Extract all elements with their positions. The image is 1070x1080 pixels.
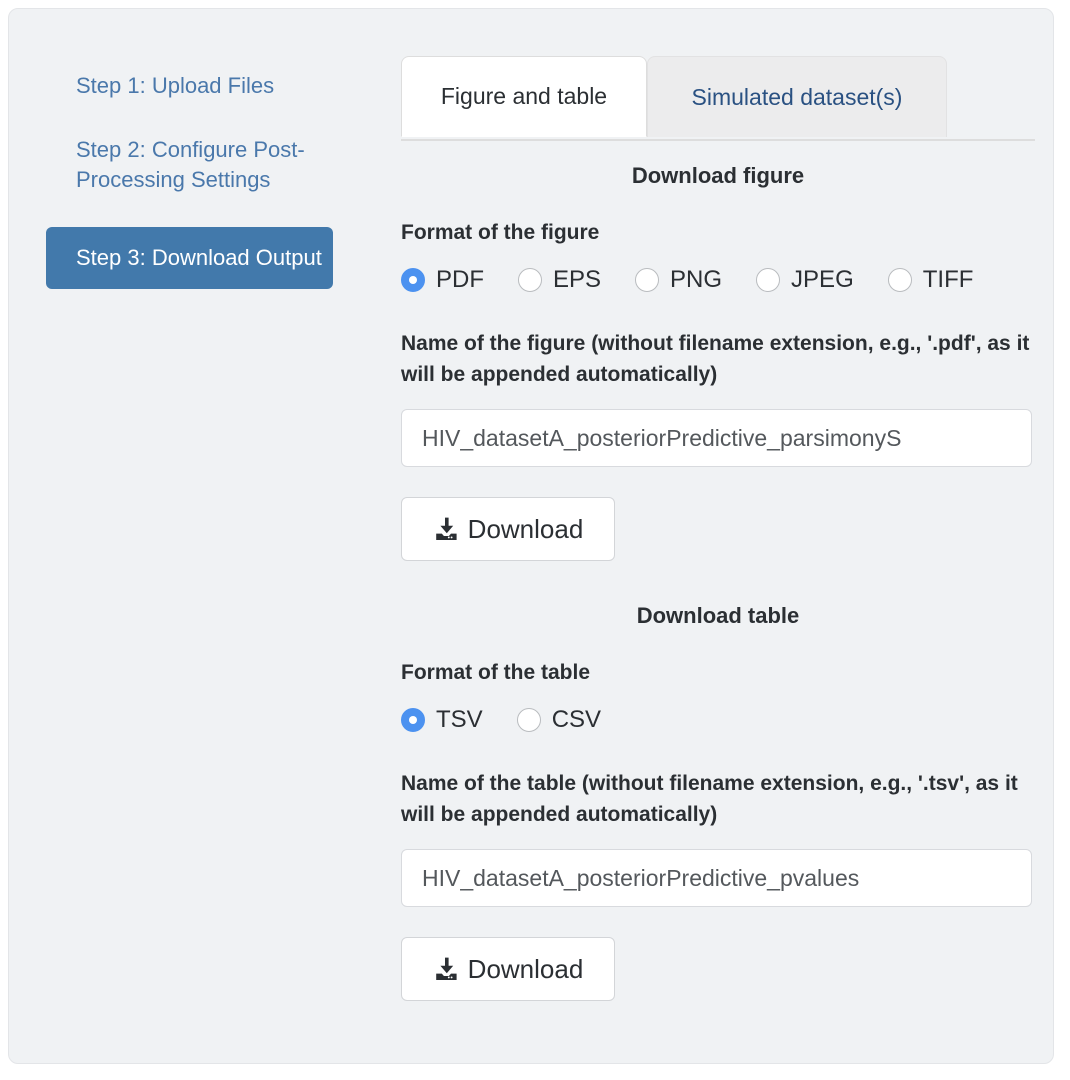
download-table-heading: Download table [401,603,1035,629]
download-figure-heading: Download figure [401,163,1035,189]
radio-figure-format-png[interactable]: PNG [635,266,722,294]
sidebar-item-step-1-upload-files[interactable]: Step 1: Upload Files [46,65,346,107]
radio-figure-format-jpeg[interactable]: JPEG [756,266,854,294]
radio-mark-icon [401,708,425,732]
tab-simulated-datasets-label: Simulated dataset(s) [692,84,903,111]
figure-name-input[interactable]: HIV_datasetA_posteriorPredictive_parsimo… [401,409,1032,467]
download-table-button-label: Download [468,954,584,985]
radio-mark-icon [756,268,780,292]
radio-label: EPS [553,266,601,294]
radio-label: PDF [436,266,484,294]
radio-table-format-csv[interactable]: CSV [517,706,601,734]
radio-mark-icon [888,268,912,292]
radio-figure-format-tiff[interactable]: TIFF [888,266,974,294]
main-content: Figure and table Simulated dataset(s) Do… [401,56,1035,1001]
figure-format-radio-group: PDF EPS PNG JPEG TIFF [401,266,1035,294]
radio-table-format-tsv[interactable]: TSV [401,706,483,734]
table-format-label: Format of the table [401,657,1035,688]
radio-mark-icon [517,708,541,732]
radio-label: JPEG [791,266,854,294]
tab-simulated-datasets[interactable]: Simulated dataset(s) [647,56,947,137]
download-icon [433,516,459,542]
radio-mark-icon [635,268,659,292]
download-figure-button-label: Download [468,514,584,545]
download-figure-button[interactable]: Download [401,497,615,561]
download-table-button[interactable]: Download [401,937,615,1001]
radio-label: CSV [552,706,601,734]
sidebar-item-step-3-download-output[interactable]: Step 3: Download Output [46,227,333,289]
radio-figure-format-pdf[interactable]: PDF [401,266,484,294]
sidebar-item-step-2-configure-post-processing-settings[interactable]: Step 2: Configure Post-Processing Settin… [46,129,346,201]
figure-name-input-value: HIV_datasetA_posteriorPredictive_parsimo… [422,425,901,452]
radio-mark-icon [401,268,425,292]
radio-figure-format-eps[interactable]: EPS [518,266,601,294]
radio-mark-icon [518,268,542,292]
app-panel: Step 1: Upload Files Step 2: Configure P… [8,8,1054,1064]
tab-figure-and-table-label: Figure and table [441,83,607,110]
radio-label: PNG [670,266,722,294]
radio-label: TSV [436,706,483,734]
table-name-input[interactable]: HIV_datasetA_posteriorPredictive_pvalues [401,849,1032,907]
table-format-radio-group: TSV CSV [401,706,1035,734]
step-navigation-sidebar: Step 1: Upload Files Step 2: Configure P… [46,65,346,289]
tab-figure-and-table[interactable]: Figure and table [401,56,647,137]
figure-name-label: Name of the figure (without filename ext… [401,328,1035,390]
radio-label: TIFF [923,266,974,294]
figure-format-label: Format of the figure [401,217,1035,248]
download-icon [433,956,459,982]
table-name-input-value: HIV_datasetA_posteriorPredictive_pvalues [422,865,859,892]
tab-bar: Figure and table Simulated dataset(s) [401,56,1035,141]
table-name-label: Name of the table (without filename exte… [401,768,1035,830]
